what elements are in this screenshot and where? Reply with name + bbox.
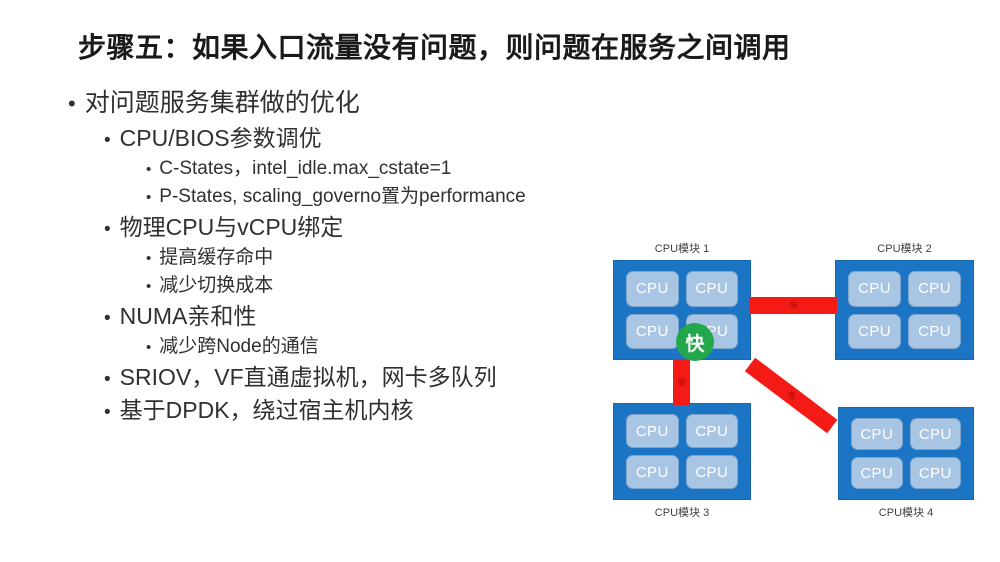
cpu-module-4: CPU CPU CPU CPU	[838, 407, 974, 500]
numa-topology-diagram: 慢 慢 慢 CPU模块 1 CPU CPU CPU CPU 快 CPU模块 2 …	[600, 228, 990, 528]
list-item-label: CPU/BIOS参数调优	[119, 125, 322, 151]
list-item: • 减少切换成本	[146, 272, 608, 300]
list-item: • CPU/BIOS参数调优	[104, 122, 608, 154]
list-item-label: 减少跨Node的通信	[159, 336, 319, 357]
bullet-marker-icon: •	[104, 130, 111, 151]
bullet-marker-icon: •	[146, 250, 152, 267]
cpu-core: CPU	[626, 414, 679, 448]
cpu-core: CPU	[848, 271, 901, 307]
link-label: 慢	[677, 378, 686, 386]
cpu-module-1: CPU CPU CPU CPU 快	[613, 260, 751, 361]
cpu-core: CPU	[685, 455, 738, 489]
list-item-label: 物理CPU与vCPU绑定	[119, 214, 344, 240]
list-item: • 物理CPU与vCPU绑定	[104, 211, 608, 243]
list-item: • SRIOV，VF直通虚拟机，网卡多队列	[104, 361, 608, 393]
link-label: 慢	[787, 390, 796, 400]
cpu-core: CPU	[908, 271, 961, 307]
bullet-marker-icon: •	[146, 189, 152, 206]
list-item-label: SRIOV，VF直通虚拟机，网卡多队列	[119, 364, 497, 390]
link-label: 慢	[789, 301, 798, 310]
list-item-label: NUMA亲和性	[119, 303, 257, 329]
list-item-label: 减少切换成本	[159, 275, 274, 296]
bullet-marker-icon: •	[146, 278, 152, 295]
list-item: • P-States, scaling_governo置为performance	[146, 183, 608, 211]
cpu-core: CPU	[626, 271, 679, 307]
module-2-label: CPU模块 2	[877, 243, 932, 255]
list-item-label: 基于DPDK，绕过宿主机内核	[119, 397, 414, 423]
list-item: • 基于DPDK，绕过宿主机内核	[104, 394, 608, 426]
list-item: • 减少跨Node的通信	[146, 333, 608, 361]
cpu-core: CPU	[626, 313, 679, 349]
bullet-marker-icon: •	[104, 369, 111, 390]
cpu-module-3: CPU CPU CPU CPU	[613, 403, 751, 500]
cpu-core: CPU	[908, 313, 961, 349]
module-4-label: CPU模块 4	[878, 507, 934, 519]
list-item-label: P-States, scaling_governo置为performance	[159, 186, 526, 207]
list-item-label: C-States，intel_idle.max_cstate=1	[159, 158, 452, 179]
page-title: 步骤五：如果入口流量没有问题，则问题在服务之间调用	[78, 32, 791, 63]
list-item: • NUMA亲和性	[104, 300, 608, 332]
list-item-label: 对问题服务集群做的优化	[84, 89, 360, 117]
slide-canvas: 步骤五：如果入口流量没有问题，则问题在服务之间调用 • 对问题服务集群做的优化 …	[0, 0, 1000, 562]
cpu-module-2: CPU CPU CPU CPU	[835, 260, 974, 360]
fast-badge: 快	[676, 323, 714, 361]
bullet-marker-icon: •	[146, 161, 152, 178]
list-item: • C-States，intel_idle.max_cstate=1	[146, 155, 608, 183]
cpu-core: CPU	[685, 414, 738, 448]
list-item-label: 提高缓存命中	[159, 247, 274, 268]
link-module1-module2: 慢	[750, 297, 837, 314]
bullet-marker-icon: •	[104, 308, 111, 329]
link-module1-module3: 慢	[673, 359, 690, 405]
cpu-core: CPU	[851, 457, 903, 489]
bullet-list: • 对问题服务集群做的优化 • CPU/BIOS参数调优 • C-States，…	[68, 86, 608, 427]
bullet-marker-icon: •	[104, 402, 111, 423]
cpu-core: CPU	[909, 457, 961, 489]
module-3-label: CPU模块 3	[654, 507, 710, 519]
cpu-core: CPU	[685, 271, 738, 307]
bullet-marker-icon: •	[68, 91, 76, 116]
list-item: • 对问题服务集群做的优化	[68, 86, 608, 120]
module-1-label: CPU模块 1	[654, 243, 710, 255]
bullet-marker-icon: •	[104, 219, 111, 240]
cpu-core: CPU	[851, 418, 903, 450]
list-item: • 提高缓存命中	[146, 244, 608, 272]
cpu-core: CPU	[909, 418, 961, 450]
bullet-marker-icon: •	[146, 339, 152, 356]
cpu-core: CPU	[848, 313, 901, 349]
link-module1-module4: 慢	[744, 357, 838, 434]
cpu-core: CPU	[626, 455, 679, 489]
